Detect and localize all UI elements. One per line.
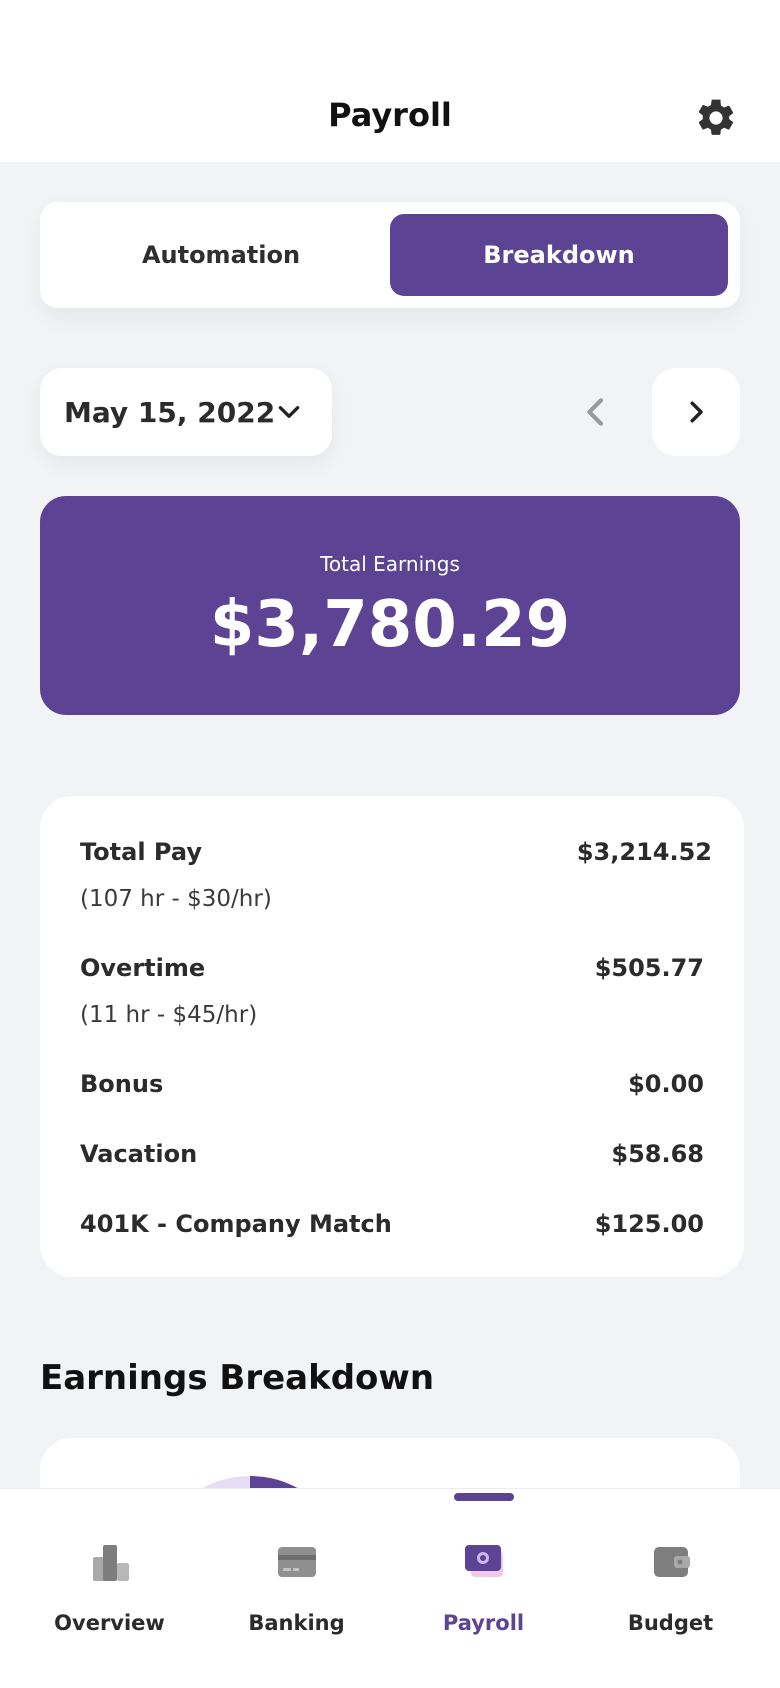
pay-label: Bonus (80, 1070, 164, 1098)
pay-row-overtime: Overtime (11 hr - $45/hr) $505.77 (80, 954, 704, 1028)
total-earnings-value: $3,780.29 (209, 588, 571, 662)
earnings-breakdown-heading: Earnings Breakdown (40, 1358, 435, 1398)
tab-overview[interactable]: Overview (12, 1489, 207, 1688)
pay-row-401k: 401K - Company Match $125.00 (80, 1210, 704, 1238)
pay-row-bonus: Bonus $0.00 (80, 1070, 704, 1098)
pay-amount: $3,214.52 (576, 838, 712, 866)
overview-icon (93, 1545, 129, 1581)
pay-amount: $58.68 (611, 1140, 704, 1168)
bottom-tab-bar: Overview Banking Payroll Budget (0, 1488, 780, 1688)
tab-banking[interactable]: Banking (199, 1489, 394, 1688)
pay-detail: (11 hr - $45/hr) (80, 1002, 258, 1028)
pay-breakdown-card: Total Pay (107 hr - $30/hr) $3,214.52 Ov… (40, 796, 744, 1277)
tab-breakdown[interactable]: Breakdown (390, 214, 728, 296)
chevron-right-icon (690, 401, 703, 423)
pay-amount: $505.77 (594, 954, 704, 982)
tab-budget[interactable]: Budget (573, 1489, 768, 1688)
tab-label: Banking (248, 1611, 345, 1635)
date-dropdown[interactable]: May 15, 2022 (40, 368, 332, 456)
next-period-button[interactable] (652, 368, 740, 456)
tab-label: Overview (54, 1611, 165, 1635)
pay-amount: $0.00 (628, 1070, 704, 1098)
chevron-down-icon (278, 406, 300, 418)
pay-row-total-pay: Total Pay (107 hr - $30/hr) $3,214.52 (80, 838, 712, 912)
bank-card-icon (278, 1547, 316, 1577)
previous-period-button[interactable] (576, 390, 616, 434)
page-title: Payroll (328, 96, 452, 134)
app-header: Payroll (0, 0, 780, 162)
date-value: May 15, 2022 (64, 395, 276, 429)
pay-row-vacation: Vacation $58.68 (80, 1140, 704, 1168)
wallet-icon (654, 1547, 690, 1577)
tab-label: Payroll (442, 1611, 525, 1635)
total-earnings-card: Total Earnings $3,780.29 (40, 496, 740, 715)
gear-icon[interactable] (694, 96, 738, 140)
tab-automation[interactable]: Automation (52, 214, 390, 296)
total-earnings-label: Total Earnings (320, 552, 460, 576)
pay-amount: $125.00 (594, 1210, 704, 1238)
payroll-icon (465, 1545, 503, 1577)
view-toggle: Automation Breakdown (40, 202, 740, 308)
tab-payroll[interactable]: Payroll (386, 1489, 581, 1688)
tab-label: Budget (627, 1611, 714, 1635)
pay-detail: (107 hr - $30/hr) (80, 886, 272, 912)
